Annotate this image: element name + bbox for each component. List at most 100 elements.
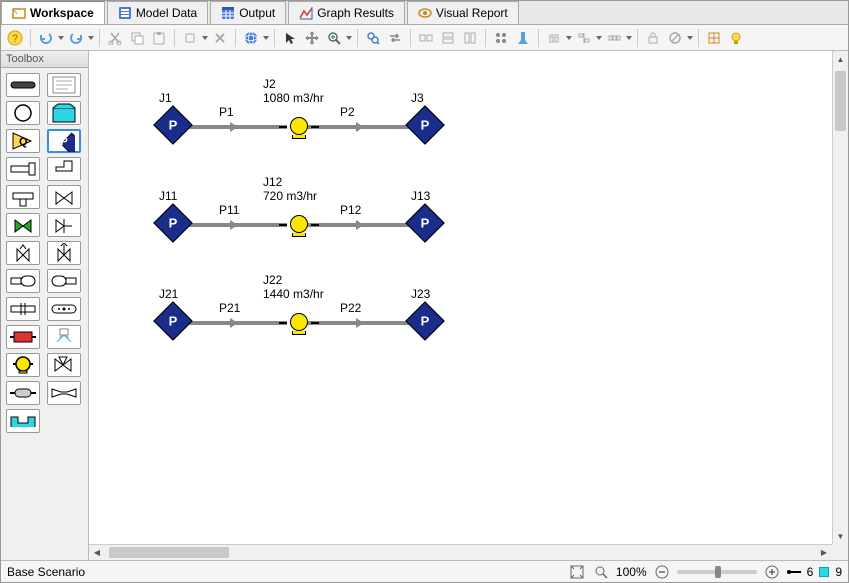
cut-icon[interactable] xyxy=(105,28,125,48)
scroll-right-icon[interactable]: ▶ xyxy=(816,545,832,560)
assigned-pressure-junction[interactable]: P xyxy=(159,111,187,139)
tab-graph-results[interactable]: Graph Results xyxy=(288,1,405,24)
tool-annotation[interactable] xyxy=(47,73,81,97)
undo-icon[interactable] xyxy=(36,28,56,48)
forbidden-icon[interactable] xyxy=(665,28,685,48)
tool-check-valve[interactable] xyxy=(47,213,81,237)
tool-heat-exchanger[interactable] xyxy=(6,325,40,349)
highlight-icon[interactable] xyxy=(513,28,533,48)
pump-junction[interactable] xyxy=(285,117,313,137)
tab-visual-report[interactable]: Visual Report xyxy=(407,1,519,24)
zoom-out-icon[interactable] xyxy=(653,563,671,581)
tool-dead-end[interactable] xyxy=(6,157,40,181)
tool-spray[interactable] xyxy=(47,325,81,349)
vertical-scrollbar[interactable]: ▲ ▼ xyxy=(832,51,848,544)
junction-menu-icon[interactable] xyxy=(491,28,511,48)
help-icon[interactable]: ? xyxy=(5,28,25,48)
tool-general[interactable] xyxy=(6,381,40,405)
tool-elbow[interactable] xyxy=(47,157,81,181)
group1-icon[interactable] xyxy=(416,28,436,48)
tab-model-data[interactable]: Model Data xyxy=(107,1,208,24)
pipe[interactable] xyxy=(307,223,413,227)
scroll-left-icon[interactable]: ◀ xyxy=(89,545,105,560)
redo-icon[interactable] xyxy=(66,28,86,48)
fit-icon[interactable] xyxy=(568,563,586,581)
pan-icon[interactable] xyxy=(302,28,322,48)
junction-label: J22 xyxy=(263,273,282,287)
paste-icon[interactable] xyxy=(149,28,169,48)
scroll-v-thumb[interactable] xyxy=(835,71,846,131)
pipe[interactable] xyxy=(181,321,287,325)
align2-dropdown[interactable] xyxy=(596,28,602,48)
tool-valve-closed[interactable] xyxy=(47,185,81,209)
zoom-in-icon[interactable] xyxy=(763,563,781,581)
assigned-pressure-junction[interactable]: P xyxy=(159,209,187,237)
group3-icon[interactable] xyxy=(460,28,480,48)
align1-dropdown[interactable] xyxy=(566,28,572,48)
svg-text:P: P xyxy=(60,136,67,148)
pipe[interactable] xyxy=(307,125,413,129)
workspace-canvas[interactable]: P1P2PJ1J21080 m3/hrPJ3P11P12PJ11J12720 m… xyxy=(89,51,832,544)
scroll-down-icon[interactable]: ▼ xyxy=(833,528,848,544)
tool-screen[interactable] xyxy=(47,297,81,321)
tool-control-valve[interactable] xyxy=(6,241,40,265)
scenario-name: Base Scenario xyxy=(7,565,85,579)
tool-valve-open[interactable] xyxy=(6,213,40,237)
bulb-icon[interactable] xyxy=(726,28,746,48)
group2-icon[interactable] xyxy=(438,28,458,48)
assigned-pressure-junction[interactable]: P xyxy=(159,307,187,335)
pipe[interactable] xyxy=(181,223,287,227)
align1-icon[interactable] xyxy=(544,28,564,48)
pump-junction[interactable] xyxy=(285,215,313,235)
horizontal-scrollbar[interactable]: ◀ ▶ xyxy=(89,544,832,560)
tool-relief-valve[interactable] xyxy=(47,241,81,265)
close-icon[interactable] xyxy=(210,28,230,48)
delete-icon[interactable] xyxy=(180,28,200,48)
tool-reservoir[interactable] xyxy=(47,101,81,125)
align2-icon[interactable] xyxy=(574,28,594,48)
tool-pump[interactable] xyxy=(6,353,40,377)
tool-3way-valve[interactable] xyxy=(47,353,81,377)
find-icon[interactable] xyxy=(363,28,383,48)
assigned-pressure-junction[interactable]: P xyxy=(411,209,439,237)
zoom-status-icon[interactable] xyxy=(592,563,610,581)
tab-workspace[interactable]: Workspace xyxy=(1,1,105,24)
pipe[interactable] xyxy=(307,321,413,325)
tool-area-change-small[interactable] xyxy=(6,269,40,293)
tool-area-change-big[interactable] xyxy=(47,269,81,293)
tab-output[interactable]: Output xyxy=(210,1,286,24)
zoom-dropdown[interactable] xyxy=(346,28,352,48)
lock-icon[interactable] xyxy=(643,28,663,48)
reverse-icon[interactable] xyxy=(385,28,405,48)
tool-tee[interactable] xyxy=(6,185,40,209)
tool-pipe[interactable] xyxy=(6,73,40,97)
workspace-icon xyxy=(12,6,26,20)
distribute-icon[interactable] xyxy=(604,28,624,48)
scroll-h-thumb[interactable] xyxy=(109,547,229,558)
tool-assigned-pressure[interactable]: P xyxy=(47,129,81,153)
pipe[interactable] xyxy=(181,125,287,129)
junction-count: 9 xyxy=(835,565,842,579)
tool-orifice[interactable] xyxy=(6,297,40,321)
grid-icon[interactable] xyxy=(704,28,724,48)
zoom-slider-knob[interactable] xyxy=(715,566,721,578)
redo-dropdown[interactable] xyxy=(88,28,94,48)
undo-dropdown[interactable] xyxy=(58,28,64,48)
tool-venturi[interactable] xyxy=(47,381,81,405)
pump-junction[interactable] xyxy=(285,313,313,333)
distribute-dropdown[interactable] xyxy=(626,28,632,48)
globe-dropdown[interactable] xyxy=(263,28,269,48)
delete-dropdown[interactable] xyxy=(202,28,208,48)
zoom-icon[interactable] xyxy=(324,28,344,48)
tool-assigned-flow[interactable]: Q xyxy=(6,129,40,153)
scroll-up-icon[interactable]: ▲ xyxy=(833,51,848,67)
assigned-pressure-junction[interactable]: P xyxy=(411,307,439,335)
zoom-slider[interactable] xyxy=(677,570,757,574)
copy-icon[interactable] xyxy=(127,28,147,48)
globe-icon[interactable] xyxy=(241,28,261,48)
tool-branch[interactable] xyxy=(6,101,40,125)
assigned-pressure-junction[interactable]: P xyxy=(411,111,439,139)
tool-weir[interactable] xyxy=(6,409,40,433)
forbidden-dropdown[interactable] xyxy=(687,28,693,48)
pointer-icon[interactable] xyxy=(280,28,300,48)
